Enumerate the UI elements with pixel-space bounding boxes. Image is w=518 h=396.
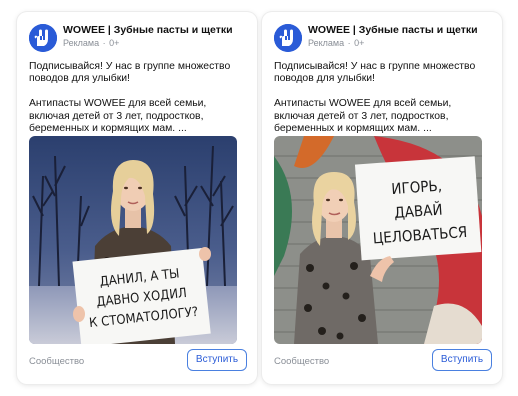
ad-footer: Сообщество Вступить [274, 349, 492, 373]
rock-hand-icon[interactable] [29, 24, 57, 52]
age-rating: 0+ [109, 38, 120, 48]
ad-text: Подписывайся! У нас в группе множество п… [274, 61, 492, 148]
ad-label: Реклама [308, 38, 345, 48]
ad-text-line: Антипасты WOWEE для всей семьи, включая … [29, 98, 207, 135]
community-label: Сообщество [29, 356, 85, 367]
ad-text-line: Антипасты WOWEE для всей семьи, включая … [274, 98, 452, 135]
ad-photo[interactable]: ДАНИЛ, А ТЫ ДАВНО ХОДИЛ К СТОМАТОЛОГУ? [29, 136, 237, 344]
rock-hand-icon[interactable] [274, 24, 302, 52]
sign-line: ДАВАЙ [394, 200, 444, 222]
ad-meta: Реклама · 0+ [308, 38, 365, 48]
ad-card[interactable]: WOWEE | Зубные пасты и щетки Реклама · 0… [262, 12, 502, 384]
ad-text-line: Подписывайся! У нас в группе множество п… [274, 61, 476, 85]
join-button[interactable]: Вступить [432, 349, 492, 371]
join-button[interactable]: Вступить [187, 349, 247, 371]
ad-text: Подписывайся! У нас в группе множество п… [29, 61, 247, 148]
community-label: Сообщество [274, 356, 330, 367]
brand-name[interactable]: WOWEE | Зубные пасты и щетки [308, 24, 494, 36]
ad-text-line: Подписывайся! У нас в группе множество п… [29, 61, 231, 85]
ad-header: WOWEE | Зубные пасты и щетки Реклама · 0… [274, 22, 494, 56]
ad-header: WOWEE | Зубные пасты и щетки Реклама · 0… [29, 22, 249, 56]
ad-meta: Реклама · 0+ [63, 38, 120, 48]
ad-card[interactable]: WOWEE | Зубные пасты и щетки Реклама · 0… [17, 12, 257, 384]
ad-feed: WOWEE | Зубные пасты и щетки Реклама · 0… [0, 0, 518, 396]
sign-line: ИГОРЬ, [391, 177, 443, 198]
ad-footer: Сообщество Вступить [29, 349, 247, 373]
ad-label: Реклама [63, 38, 100, 48]
brand-name[interactable]: WOWEE | Зубные пасты и щетки [63, 24, 249, 36]
ad-photo[interactable]: ИГОРЬ, ДАВАЙ ЦЕЛОВАТЬСЯ [274, 136, 482, 344]
age-rating: 0+ [354, 38, 365, 48]
